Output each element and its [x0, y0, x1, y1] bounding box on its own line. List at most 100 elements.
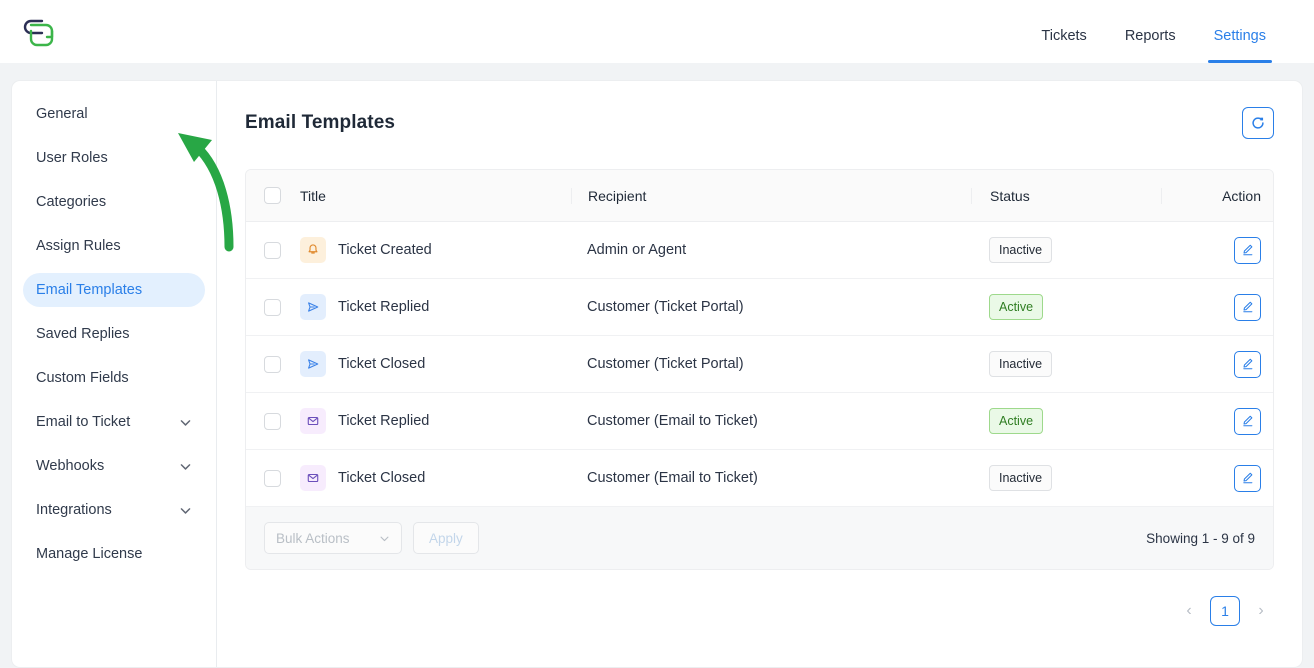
status-badge: Inactive	[989, 350, 1053, 378]
prev-page-button[interactable]: ‹	[1178, 600, 1200, 622]
nav-item-reports[interactable]: Reports	[1123, 28, 1178, 64]
row-title-cell: Ticket Created	[298, 237, 571, 263]
row-recipient: Customer (Ticket Portal)	[587, 299, 744, 315]
sidebar-item-custom-fields[interactable]: Custom Fields	[23, 361, 205, 395]
table-row[interactable]: Ticket Closed Customer (Ticket Portal) I…	[246, 336, 1273, 393]
content-area: Email Templates Title Recipient Status A…	[178, 81, 1302, 667]
row-recipient: Customer (Ticket Portal)	[587, 356, 744, 372]
apply-button[interactable]: Apply	[413, 522, 479, 554]
page-number-1[interactable]: 1	[1210, 596, 1240, 626]
row-action-cell	[1161, 407, 1273, 435]
row-title-cell: Ticket Replied	[298, 408, 571, 434]
sidebar-item-label: Email Templates	[36, 282, 143, 298]
bulk-actions-label: Bulk Actions	[276, 530, 350, 546]
pencil-icon	[1242, 244, 1252, 256]
sidebar-item-webhooks[interactable]: Webhooks	[23, 449, 205, 483]
row-status-cell: Inactive	[971, 236, 1161, 264]
row-status-cell: Inactive	[971, 464, 1161, 492]
nav-item-settings[interactable]: Settings	[1207, 28, 1273, 64]
bell-icon	[300, 237, 326, 263]
table-row[interactable]: Ticket Replied Customer (Email to Ticket…	[246, 393, 1273, 450]
edit-button[interactable]	[1234, 236, 1261, 264]
bulk-actions-select[interactable]: Bulk Actions	[264, 522, 402, 554]
edit-button[interactable]	[1234, 293, 1261, 321]
sidebar-item-label: User Roles	[36, 150, 108, 166]
select-all-cell	[246, 187, 298, 204]
row-select-cell	[246, 298, 298, 316]
sidebar-item-label: Email to Ticket	[36, 414, 131, 430]
row-recipient: Customer (Email to Ticket)	[587, 413, 758, 429]
select-all-checkbox[interactable]	[263, 187, 281, 204]
row-title: Ticket Closed	[338, 356, 426, 372]
sidebar-item-manage-license[interactable]: Manage License	[23, 537, 205, 571]
row-select-cell	[246, 412, 298, 430]
status-badge: Active	[989, 293, 1044, 321]
envelope-icon	[300, 465, 326, 491]
content-header: Email Templates	[245, 107, 1274, 139]
main-nav: Tickets Reports Settings	[1005, 0, 1273, 64]
column-header-title: Title	[300, 187, 326, 204]
table-row[interactable]: Ticket Closed Customer (Email to Ticket)…	[246, 450, 1273, 507]
row-select-cell	[246, 241, 298, 259]
chevron-down-icon	[180, 463, 191, 470]
row-select-cell	[246, 355, 298, 373]
edit-button[interactable]	[1234, 350, 1261, 378]
table-row[interactable]: Ticket Replied Customer (Ticket Portal) …	[246, 279, 1273, 336]
top-bar: Tickets Reports Settings	[0, 0, 1314, 63]
table-row[interactable]: Ticket Created Admin or Agent Inactive	[246, 222, 1273, 279]
sidebar-item-label: Categories	[36, 194, 107, 210]
showing-count: Showing 1 - 9 of 9	[1146, 530, 1255, 546]
next-page-button[interactable]: ›	[1250, 600, 1272, 622]
sidebar-item-user-roles[interactable]: User Roles	[23, 141, 205, 175]
row-action-cell	[1161, 236, 1273, 264]
table-footer: Bulk Actions Apply Showing 1 - 9 of 9	[246, 507, 1273, 569]
sidebar-item-categories[interactable]: Categories	[23, 185, 205, 219]
sidebar-item-assign-rules[interactable]: Assign Rules	[23, 229, 205, 263]
status-badge: Inactive	[989, 464, 1053, 492]
refresh-button[interactable]	[1242, 107, 1274, 139]
sidebar-item-label: General	[36, 106, 88, 122]
row-action-cell	[1161, 464, 1273, 492]
sidebar-item-email-to-ticket[interactable]: Email to Ticket	[23, 405, 205, 439]
row-status-cell: Active	[971, 407, 1161, 435]
page-title: Email Templates	[245, 112, 396, 133]
pencil-icon	[1242, 472, 1252, 484]
chevron-down-icon	[380, 536, 389, 541]
row-recipient: Customer (Email to Ticket)	[587, 470, 758, 486]
page-shell: General User Roles Categories Assign Rul…	[12, 81, 1302, 667]
sg-logo-icon	[23, 19, 54, 46]
chevron-down-icon	[180, 419, 191, 426]
row-title-cell: Ticket Replied	[298, 294, 571, 320]
status-badge: Inactive	[989, 236, 1053, 264]
sidebar-item-label: Assign Rules	[36, 238, 121, 254]
row-checkbox[interactable]	[263, 355, 281, 373]
sidebar-item-saved-replies[interactable]: Saved Replies	[23, 317, 205, 351]
sidebar-item-integrations[interactable]: Integrations	[23, 493, 205, 527]
sidebar-item-label: Manage License	[36, 546, 143, 562]
row-title: Ticket Replied	[338, 299, 430, 315]
row-title: Ticket Replied	[338, 413, 430, 429]
sidebar-item-general[interactable]: General	[23, 97, 205, 131]
row-title: Ticket Closed	[338, 470, 426, 486]
status-badge: Active	[989, 407, 1044, 435]
row-title-cell: Ticket Closed	[298, 351, 571, 377]
send-icon	[300, 351, 326, 377]
envelope-icon	[300, 408, 326, 434]
nav-item-tickets[interactable]: Tickets	[1039, 28, 1088, 64]
row-status-cell: Inactive	[971, 350, 1161, 378]
row-checkbox[interactable]	[263, 298, 281, 316]
row-title: Ticket Created	[338, 242, 432, 258]
row-checkbox[interactable]	[263, 412, 281, 430]
row-checkbox[interactable]	[263, 241, 281, 259]
pagination: ‹ 1 ›	[245, 596, 1274, 626]
send-icon	[300, 294, 326, 320]
row-select-cell	[246, 469, 298, 487]
app-logo[interactable]	[18, 9, 64, 55]
sidebar-item-email-templates[interactable]: Email Templates	[23, 273, 205, 307]
pencil-icon	[1242, 301, 1252, 313]
edit-button[interactable]	[1234, 407, 1261, 435]
edit-button[interactable]	[1234, 464, 1261, 492]
sidebar-item-label: Custom Fields	[36, 370, 129, 386]
row-checkbox[interactable]	[263, 469, 281, 487]
settings-sidebar: General User Roles Categories Assign Rul…	[12, 81, 217, 667]
